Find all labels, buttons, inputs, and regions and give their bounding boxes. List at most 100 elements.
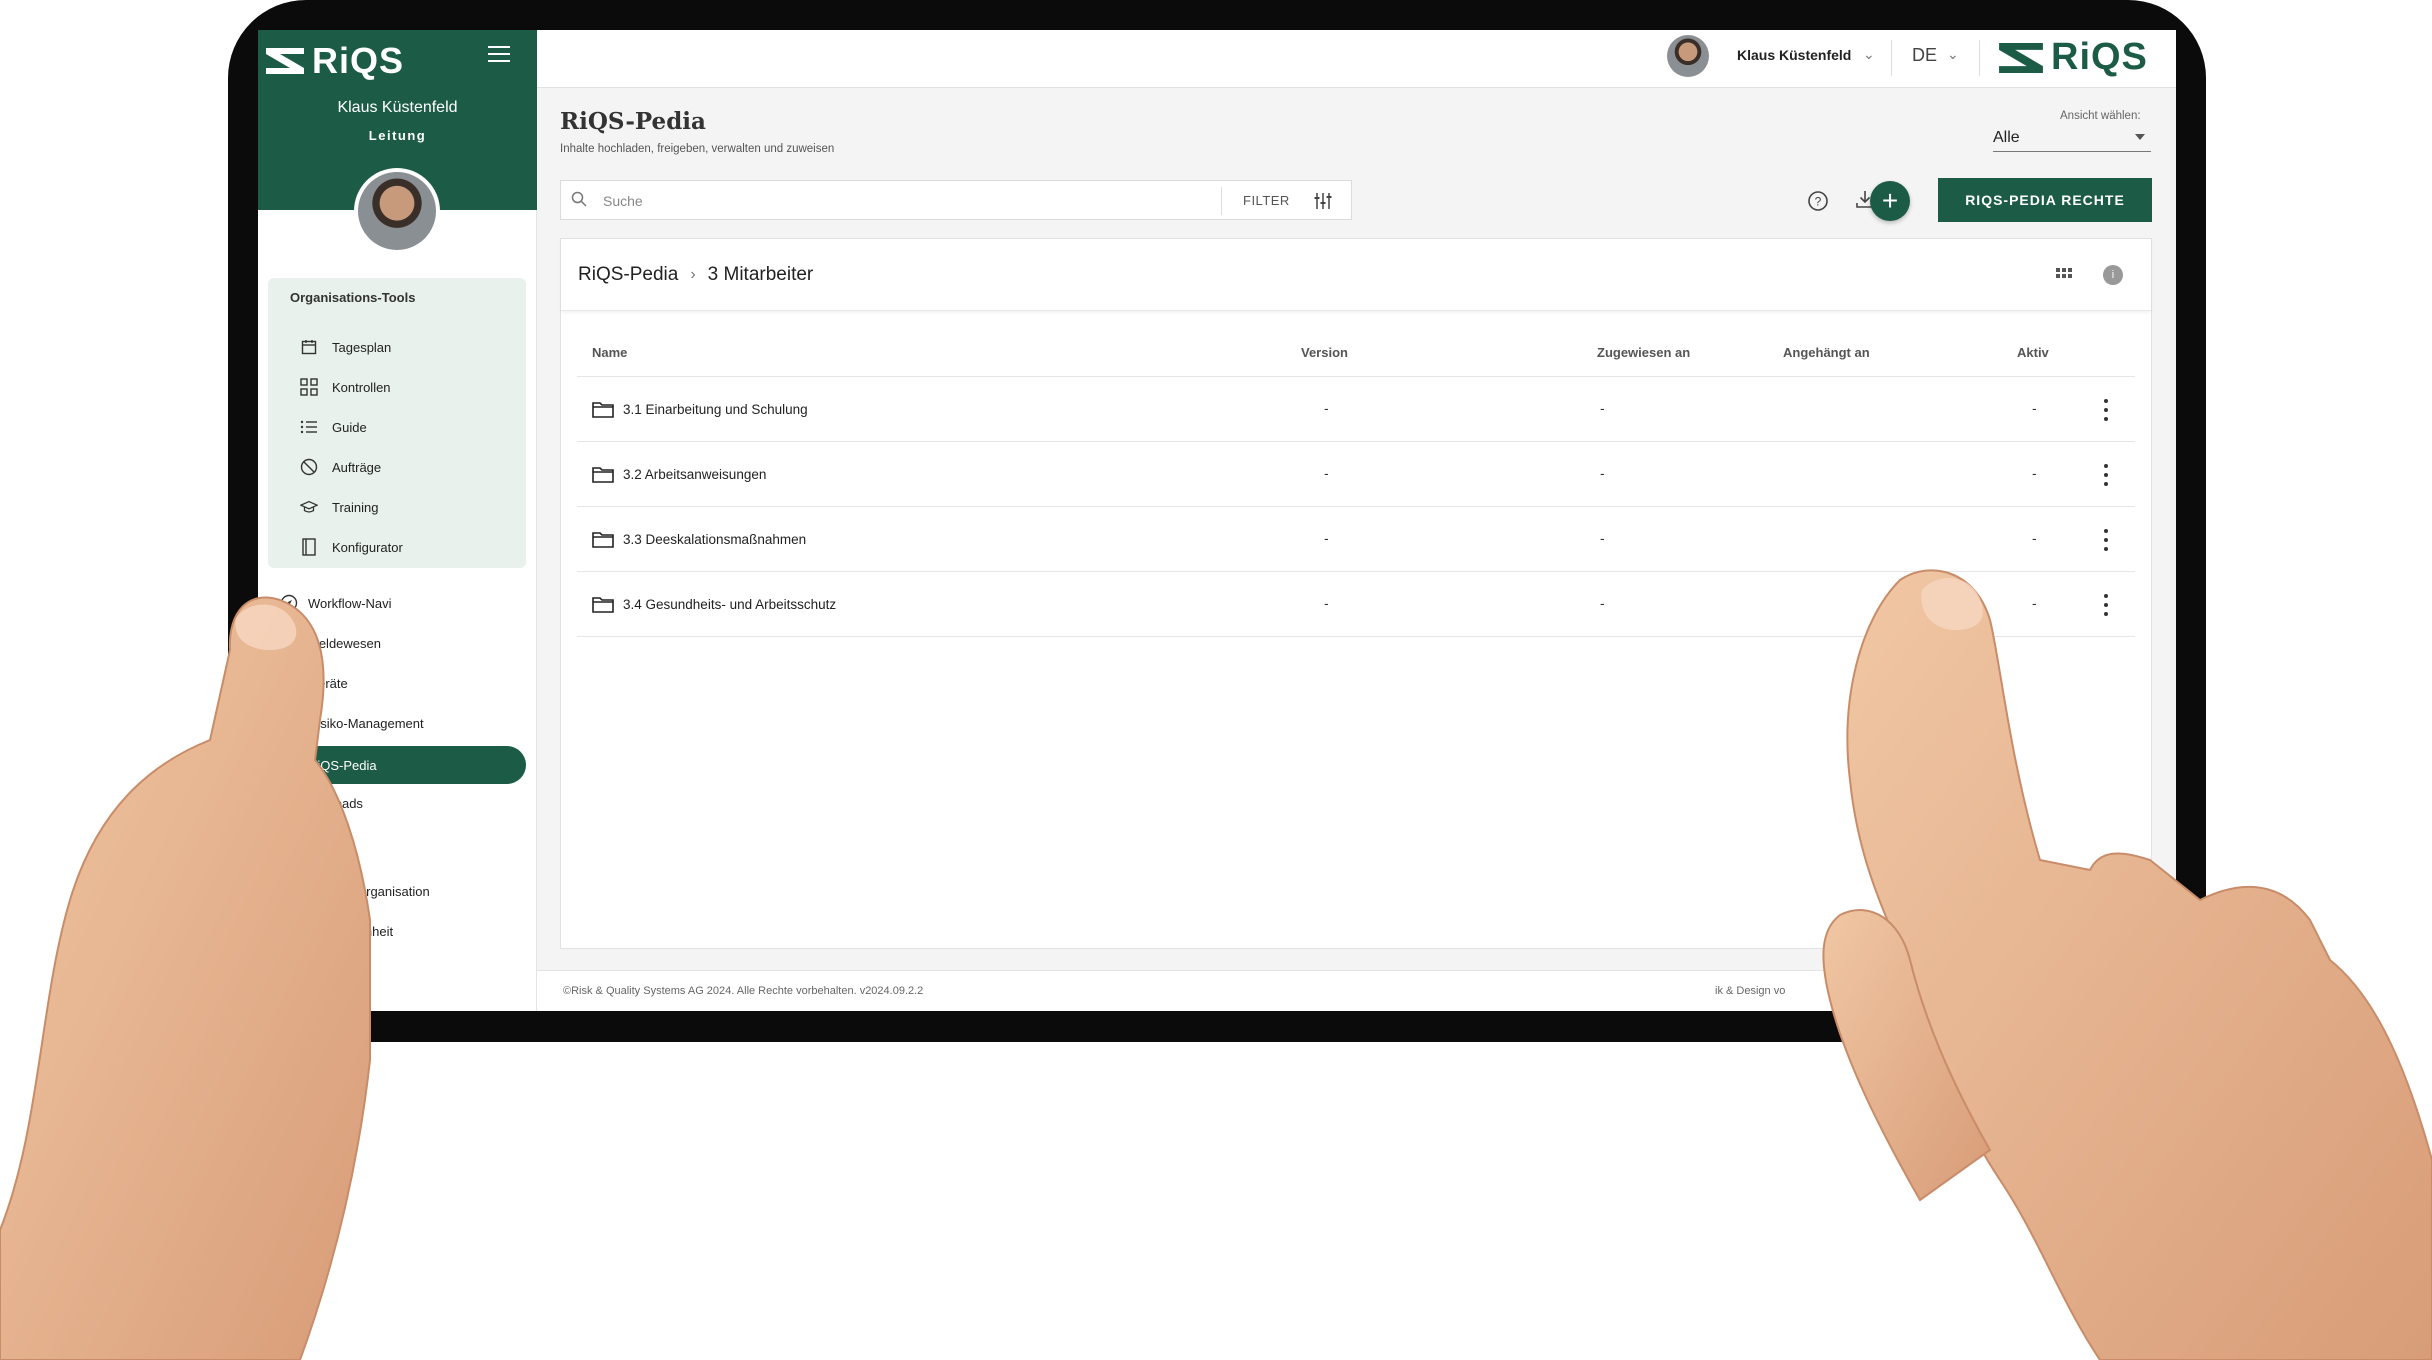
row-active: - <box>2032 595 2037 611</box>
table-row[interactable]: 3.3 Deeskalationsmaßnahmen - - - <box>577 508 2135 572</box>
topbar-divider <box>1979 40 1980 76</box>
sidebar-item-geraete[interactable]: Geräte <box>308 671 348 695</box>
sidebar-user-name: Klaus Küstenfeld <box>337 99 458 116</box>
sidebar-item-organisation[interactable]: Organisation <box>356 879 430 903</box>
sidebar-item-auftraege[interactable]: Aufträge <box>300 455 381 479</box>
folder-icon <box>592 467 614 483</box>
row-assigned: - <box>1600 465 1605 481</box>
sidebar-item-label: Workflow-Navi <box>308 595 392 611</box>
row-menu-icon[interactable] <box>2101 591 2111 619</box>
folder-icon <box>592 402 614 418</box>
folder-icon <box>592 597 614 613</box>
info-icon[interactable]: i <box>2103 265 2123 285</box>
row-version: - <box>1324 465 1329 481</box>
sidebar-item-meldewesen[interactable]: Meldewesen <box>308 631 381 655</box>
page-subtitle: Inhalte hochladen, freigeben, verwalten … <box>560 143 835 155</box>
topbar-logo[interactable]: RiQS <box>1999 36 2148 79</box>
column-header-version[interactable]: Version <box>1301 345 1348 360</box>
footer-credit-text: ik & Design vo <box>1715 985 1786 997</box>
row-active: - <box>2032 400 2037 416</box>
breadcrumb-root[interactable]: RiQS-Pedia <box>578 264 678 286</box>
tools-title: Organisations-Tools <box>290 290 416 305</box>
sidebar-item-training[interactable]: Training <box>300 495 378 519</box>
sliders-icon[interactable] <box>1313 191 1333 211</box>
search-divider <box>1221 187 1222 215</box>
footer: ©Risk & Quality Systems AG 2024. Alle Re… <box>537 970 2176 1011</box>
column-header-active[interactable]: Aktiv <box>2017 345 2049 360</box>
filter-button[interactable]: FILTER <box>1243 193 1290 208</box>
row-active: - <box>2032 530 2037 546</box>
sidebar-logo-text: RiQS <box>312 40 405 81</box>
row-assigned: - <box>1600 595 1605 611</box>
row-name: 3.1 Einarbeitung und Schulung <box>623 402 808 417</box>
row-name: 3.2 Arbeitsanweisungen <box>623 467 767 482</box>
sidebar-item-kontrollen[interactable]: Kontrollen <box>300 375 391 399</box>
menu-icon[interactable] <box>488 46 510 64</box>
avatar[interactable] <box>354 168 440 254</box>
no-entry-icon <box>300 458 318 476</box>
grid-icon <box>300 378 318 396</box>
list-icon <box>300 418 318 436</box>
add-button[interactable]: + <box>1870 181 1910 221</box>
column-header-assigned[interactable]: Zugewiesen an <box>1597 345 1690 360</box>
row-name: 3.4 Gesundheits- und Arbeitsschutz <box>623 597 837 612</box>
language-chevron-down-icon[interactable]: ⌄ <box>1947 46 1959 63</box>
sidebar-item-label: Training <box>332 499 379 515</box>
riqs-logo-icon <box>1999 42 2043 73</box>
sidebar-item-workflow-navi[interactable]: Workflow-Navi <box>280 591 392 615</box>
row-name: 3.3 Deeskalationsmaßnahmen <box>623 532 807 547</box>
compass-icon <box>280 594 298 612</box>
topbar-user-name[interactable]: Klaus Küstenfeld <box>1737 47 1851 63</box>
help-button[interactable]: ? <box>1803 186 1833 216</box>
sidebar-item-label: Tagesplan <box>332 339 392 355</box>
table-row[interactable]: 3.1 Einarbeitung und Schulung - - - <box>577 378 2135 442</box>
table-header <box>577 330 2135 377</box>
top-bar: Klaus Küstenfeld ⌄ DE ⌄ RiQS <box>537 30 2176 88</box>
grid-view-icon[interactable] <box>2056 266 2074 284</box>
user-chevron-down-icon[interactable]: ⌄ <box>1863 46 1875 63</box>
sidebar-user-role: Leitung <box>368 128 427 143</box>
document-icon <box>300 538 318 556</box>
search-icon <box>571 191 587 207</box>
help-icon: ? <box>1808 191 1828 211</box>
row-assigned: - <box>1600 530 1605 546</box>
sidebar-item-label: Konfigurator <box>332 539 403 555</box>
row-menu-icon[interactable] <box>2101 396 2111 424</box>
table-row[interactable]: 3.4 Gesundheits- und Arbeitsschutz - - - <box>577 573 2135 637</box>
sidebar-item-label: ownloads <box>308 795 363 811</box>
sidebar: RiQS Klaus Küstenfeld Leitung Organisati… <box>258 30 537 1011</box>
riqs-pedia-rights-button[interactable]: RIQS-PEDIA RECHTE <box>1938 178 2152 222</box>
view-select[interactable]: Alle <box>1993 126 2151 152</box>
row-version: - <box>1324 530 1329 546</box>
row-menu-icon[interactable] <box>2101 461 2111 489</box>
sidebar-item-riqs-pedia[interactable]: RiQS-Pedia <box>308 753 377 777</box>
sidebar-item-einheit[interactable]: inheit <box>362 919 393 943</box>
sidebar-item-konfigurator[interactable]: Konfigurator <box>300 535 403 559</box>
topbar-divider <box>1891 40 1892 76</box>
row-version: - <box>1324 595 1329 611</box>
column-header-attached[interactable]: Angehängt an <box>1783 345 1870 360</box>
sidebar-item-label: Kontrollen <box>332 379 391 395</box>
sidebar-item-label: Meldewesen <box>308 635 381 651</box>
row-version: - <box>1324 400 1329 416</box>
content-card: RiQS-Pedia › 3 Mitarbeiter i Name Versio… <box>560 238 2152 949</box>
sidebar-item-label: Organisation <box>356 883 430 899</box>
column-header-name[interactable]: Name <box>592 345 627 360</box>
topbar-avatar[interactable] <box>1667 35 1709 77</box>
plus-icon: + <box>1881 185 1899 216</box>
table-row[interactable]: 3.2 Arbeitsanweisungen - - - <box>577 443 2135 507</box>
sidebar-item-label: Risiko-Management <box>308 715 424 731</box>
search-input[interactable] <box>601 189 1221 213</box>
row-active: - <box>2032 465 2037 481</box>
language-selector[interactable]: DE <box>1912 45 1937 66</box>
sidebar-item-tagesplan[interactable]: Tagesplan <box>300 335 391 359</box>
view-select-label: Ansicht wählen: <box>2060 110 2141 122</box>
sidebar-item-label: Geräte <box>308 675 348 691</box>
row-menu-icon[interactable] <box>2101 526 2111 554</box>
page-title: RiQS-Pedia <box>560 108 706 135</box>
sidebar-item-risiko-management[interactable]: Risiko-Management <box>308 711 424 735</box>
riqs-logo-icon <box>266 48 304 74</box>
sidebar-item-downloads[interactable]: ownloads <box>308 791 363 815</box>
sidebar-logo[interactable]: RiQS <box>266 40 404 82</box>
sidebar-item-guide[interactable]: Guide <box>300 415 367 439</box>
